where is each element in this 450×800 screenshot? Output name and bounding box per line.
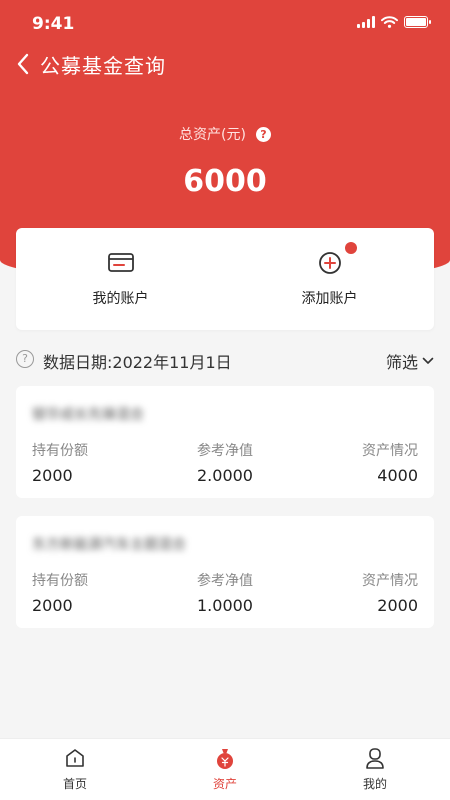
asset-status-header: 资产情况 — [362, 443, 418, 459]
fund-card[interactable]: 银华成长先锋混合 持有份额 2000 参考净值 2.0000 资产情况 4000 — [16, 386, 434, 498]
tab-home-label: 首页 — [62, 777, 87, 791]
back-arrow-icon[interactable] — [12, 50, 36, 78]
notification-dot — [345, 242, 357, 254]
card-icon — [107, 253, 134, 272]
asset-status-value: 2000 — [377, 596, 418, 615]
chevron-down-icon — [422, 357, 434, 364]
tab-assets[interactable]: 资产 — [150, 739, 300, 800]
wifi-icon — [381, 16, 398, 28]
total-assets-value: 6000 — [183, 164, 267, 199]
tab-assets-label: 资产 — [212, 777, 237, 791]
nav-bar: 公募基金查询 — [0, 44, 450, 84]
tab-mine[interactable]: 我的 — [300, 739, 450, 800]
page-title: 公募基金查询 — [40, 54, 166, 78]
asset-status-value: 4000 — [377, 466, 418, 485]
tab-mine-label: 我的 — [362, 777, 387, 791]
question-circle-icon[interactable]: ? — [16, 350, 34, 368]
my-account-label: 我的账户 — [92, 291, 149, 307]
fund-card[interactable]: 东方新能源汽车主题混合 持有份额 2000 参考净值 1.0000 资产情况 2… — [16, 516, 434, 628]
my-account-button[interactable]: 我的账户 — [16, 228, 225, 330]
data-date-row: ? 数据日期:2022年11月1日 筛选 — [16, 346, 434, 372]
add-account-button[interactable]: 添加账户 — [225, 228, 434, 330]
total-assets-label-row: 总资产(元)? — [0, 124, 450, 144]
filter-label: 筛选 — [385, 353, 418, 372]
fund-name: 银华成长先锋混合 — [32, 407, 144, 423]
tab-home[interactable]: 首页 — [0, 739, 150, 800]
status-icons — [357, 16, 431, 28]
status-bar: 9:41 — [0, 0, 450, 44]
data-date-text: 数据日期:2022年11月1日 — [43, 353, 232, 372]
tab-bar: 首页 资产 我的 — [0, 738, 450, 800]
asset-status: 资产情况 2000 — [362, 570, 418, 615]
asset-status: 资产情况 4000 — [362, 440, 418, 485]
fund-name: 东方新能源汽车主题混合 — [32, 537, 186, 553]
money-bag-icon — [217, 749, 233, 769]
home-icon — [66, 749, 84, 767]
user-icon — [366, 748, 384, 769]
question-icon[interactable]: ? — [255, 127, 271, 142]
asset-status-header: 资产情况 — [362, 573, 418, 589]
battery-icon — [404, 16, 431, 28]
add-account-label: 添加账户 — [301, 291, 358, 307]
total-assets-label: 总资产(元) — [179, 127, 246, 143]
add-circle-icon — [318, 252, 341, 274]
status-time: 9:41 — [32, 14, 75, 34]
filter-button[interactable]: 筛选 — [386, 349, 434, 373]
signal-icon — [357, 16, 375, 28]
account-card: 我的账户 添加账户 — [16, 228, 434, 330]
